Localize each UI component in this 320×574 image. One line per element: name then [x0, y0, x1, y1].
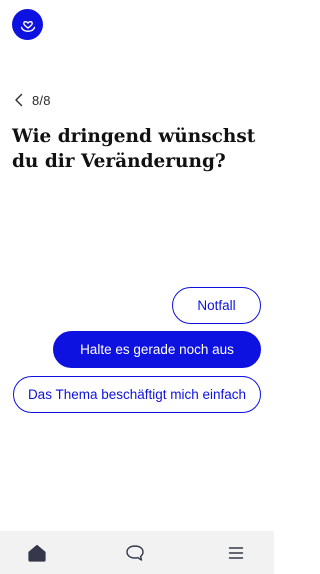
answer-option-halte-es-aus[interactable]: Halte es gerade noch aus — [53, 331, 261, 368]
heart-smile-logo-icon — [20, 20, 35, 32]
chevron-left-icon — [15, 93, 23, 107]
home-icon — [28, 544, 46, 562]
nav-home-button[interactable] — [17, 531, 57, 574]
question-title: Wie dringend wünschst du dir Veränderung… — [12, 126, 256, 172]
nav-menu-button[interactable] — [216, 531, 256, 574]
chat-bubble-icon — [126, 544, 144, 561]
question-counter: 8/8 — [32, 92, 51, 108]
onboarding-screen: 8/8 Wie dringend wünschst du dir Verände… — [0, 0, 274, 574]
bottom-navigation — [0, 531, 274, 574]
menu-icon — [228, 546, 244, 559]
back-button[interactable] — [11, 91, 27, 109]
nav-chat-button[interactable] — [115, 531, 155, 574]
answer-option-thema-beschaeftigt[interactable]: Das Thema beschäftigt mich einfach — [13, 376, 261, 413]
brand-logo[interactable] — [12, 9, 43, 40]
progress-row: 8/8 — [11, 91, 51, 109]
answer-option-notfall[interactable]: Notfall — [172, 287, 261, 324]
